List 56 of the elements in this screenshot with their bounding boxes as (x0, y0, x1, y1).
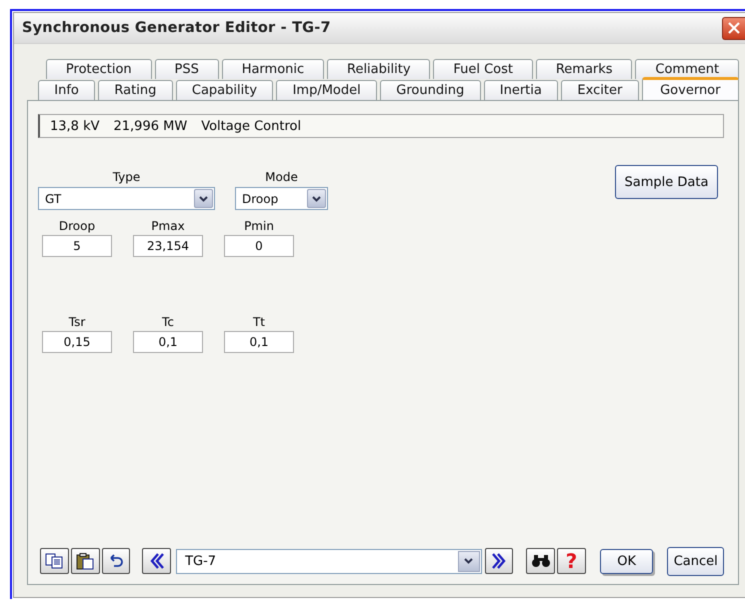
tab[interactable]: Info (38, 80, 96, 100)
input-field[interactable]: 0,1 (133, 331, 203, 353)
double-chevron-left-icon (148, 552, 165, 570)
field-label: Pmin (244, 219, 274, 233)
paste-button[interactable] (70, 548, 100, 574)
dropdown[interactable]: GT (38, 187, 215, 210)
tab[interactable]: Inertia (484, 80, 558, 100)
tab[interactable]: Capability (176, 80, 274, 100)
undo-button[interactable] (102, 548, 130, 574)
input-field[interactable]: 5 (42, 235, 112, 257)
tab[interactable]: Comment (635, 59, 740, 79)
field-label: Tt (252, 315, 266, 329)
input-field[interactable]: 23,154 (133, 235, 203, 257)
input-field[interactable]: 0 (224, 235, 294, 257)
ok-button[interactable]: OK (600, 548, 654, 574)
double-chevron-right-icon (490, 552, 507, 570)
field-label: Tc (162, 315, 174, 329)
tab[interactable]: Protection (46, 59, 152, 79)
help-button[interactable]: ? (557, 548, 586, 574)
dropdown-label: Mode (265, 170, 298, 184)
tab[interactable]: Governor (642, 77, 740, 100)
tab[interactable]: Fuel Cost (433, 59, 533, 79)
field-label: Droop (58, 219, 96, 233)
tab[interactable]: Reliability (327, 59, 430, 79)
field-label: Tsr (68, 315, 86, 329)
input-field[interactable]: 0,15 (42, 331, 112, 353)
tab[interactable]: Exciter (561, 80, 639, 100)
dropdown[interactable]: Droop (235, 187, 328, 210)
tab[interactable]: Remarks (536, 59, 632, 79)
cancel-button[interactable]: Cancel (667, 546, 724, 576)
tab[interactable]: Grounding (380, 80, 480, 100)
copy-icon (45, 553, 64, 569)
copy-button[interactable] (40, 548, 69, 574)
tab[interactable]: Imp/Model (276, 80, 378, 100)
tab[interactable]: Rating (98, 80, 173, 100)
info-text: Voltage Control (201, 118, 302, 134)
info-text: 13,8 kV (50, 118, 100, 134)
find-button[interactable] (526, 548, 556, 574)
field-label: Pmax (151, 219, 185, 233)
clipboard-icon (76, 552, 94, 570)
binoculars-icon (530, 554, 551, 568)
input-field[interactable]: 0,1 (224, 331, 294, 353)
tab[interactable]: PSS (154, 59, 219, 79)
dropdown-label: Type (112, 170, 140, 184)
next-button[interactable] (484, 548, 514, 574)
previous-button[interactable] (142, 548, 172, 574)
sample-data-button[interactable]: Sample Data (615, 165, 718, 199)
chevron-down-icon (464, 558, 473, 564)
chevron-down-icon (312, 196, 321, 202)
window-title: Synchronous Generator Editor - TG-7 (22, 20, 331, 36)
chevron-down-icon (199, 196, 208, 202)
record-dropdown[interactable]: TG-7 (176, 548, 482, 574)
close-button[interactable] (722, 16, 745, 40)
info-text: 21,996 MW (114, 118, 188, 134)
tab[interactable]: Harmonic (222, 59, 324, 79)
close-icon (728, 22, 740, 34)
